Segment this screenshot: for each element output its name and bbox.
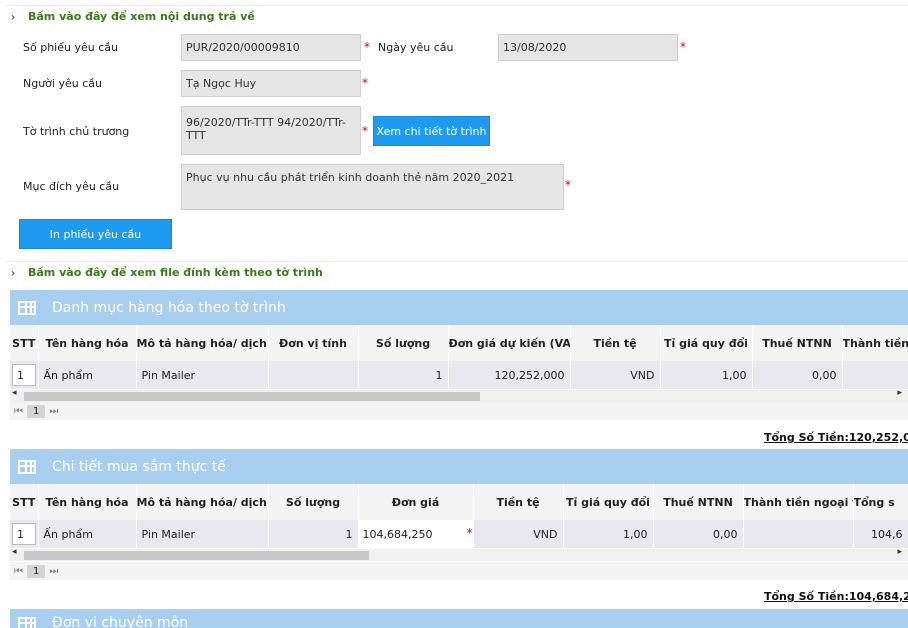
column-header[interactable]: Thành tiền xyxy=(842,325,908,361)
print-request-button[interactable]: In phiếu yêu cầu xyxy=(19,219,172,249)
last-page-icon[interactable]: ⏭ xyxy=(49,406,58,417)
table-cell: 0,00 xyxy=(653,520,744,548)
table-cell: 1 xyxy=(268,520,359,548)
toggle-attachments-label: Bấm vào đây để xem file đính kèm theo tờ… xyxy=(28,266,323,279)
unit-price-input[interactable]: 104,684,250 xyxy=(361,528,471,541)
column-header[interactable]: Đơn giá dự kiến (VAT) xyxy=(448,325,571,361)
table-cell: Pin Mailer xyxy=(136,520,269,548)
goods-list-panel-title: Danh mục hàng hóa theo tờ trình xyxy=(52,299,286,316)
table-cell: VND xyxy=(570,361,661,389)
pager: ⏮ 1 ⏭ xyxy=(10,402,908,420)
column-header[interactable]: Tỉ giá quy đổi xyxy=(660,325,753,361)
request-date-field[interactable]: 13/08/2020 xyxy=(498,34,678,61)
table-cell xyxy=(842,361,908,389)
horizontal-scrollbar[interactable]: ◂ ▸ xyxy=(10,547,908,561)
column-header[interactable]: Số lượng xyxy=(358,325,449,361)
column-header[interactable]: Số lượng xyxy=(268,484,359,520)
column-header[interactable]: Mô tả hàng hóa/ dịch vụ xyxy=(136,325,269,361)
table-row[interactable]: 1 Ấn phẩm Pin Mailer 1 120,252,000 VND 1… xyxy=(10,361,908,389)
total-amount-1: Tổng Số Tiền:120,252,000 xyxy=(764,431,908,444)
scroll-right-icon[interactable]: ▸ xyxy=(897,547,902,557)
proposal-label: Tờ trình chủ trương xyxy=(23,125,130,138)
requester-field[interactable]: Tạ Ngọc Huy xyxy=(181,70,361,97)
column-header[interactable]: STT xyxy=(10,325,39,361)
scrollbar-thumb[interactable] xyxy=(24,392,480,401)
toggle-return-content-label: Bấm vào đây để xem nội dung trả về xyxy=(28,10,255,23)
horizontal-scrollbar[interactable]: ◂ ▸ xyxy=(10,388,908,402)
column-header[interactable]: Tỉ giá quy đổi xyxy=(563,484,654,520)
specialist-unit-panel-title: Đơn vị chuyên môn xyxy=(52,615,189,628)
column-header[interactable]: Tên hàng hóa xyxy=(38,484,137,520)
table-cell: 1,00 xyxy=(660,361,753,389)
goods-list-panel-header: Danh mục hàng hóa theo tờ trình xyxy=(10,290,908,325)
table-icon xyxy=(18,300,36,315)
request-number-field[interactable]: PUR/2020/00009810 xyxy=(181,34,361,61)
view-proposal-button[interactable]: Xem chi tiết tờ trình xyxy=(373,116,490,146)
table-cell: 104,6 xyxy=(853,520,908,548)
scroll-right-icon[interactable]: ▸ xyxy=(897,388,902,398)
purpose-field[interactable]: Phục vụ nhu cầu phát triển kinh doanh th… xyxy=(181,164,564,210)
required-mark: * xyxy=(565,178,571,192)
page-number[interactable]: 1 xyxy=(27,564,46,578)
purchase-detail-panel-header: Chi tiết mua sắm thực tế xyxy=(10,449,908,484)
table-icon xyxy=(18,459,36,474)
column-header[interactable]: Thuế NTNN xyxy=(653,484,744,520)
table-cell xyxy=(268,361,359,389)
scrollbar-thumb[interactable] xyxy=(24,551,369,560)
column-header[interactable]: STT xyxy=(10,484,39,520)
required-mark: * xyxy=(466,526,473,540)
purchase-detail-panel-title: Chi tiết mua sắm thực tế xyxy=(52,458,226,475)
column-header[interactable]: Thành tiền ngoại tệ xyxy=(743,484,854,520)
column-header[interactable]: Đơn giá xyxy=(358,484,474,520)
column-header[interactable]: Tiền tệ xyxy=(570,325,661,361)
toggle-attachments[interactable]: › Bấm vào đây để xem file đính kèm theo … xyxy=(6,261,908,283)
table-cell: 120,252,000 xyxy=(448,361,571,389)
last-page-icon[interactable]: ⏭ xyxy=(49,566,58,577)
table-header-row: STT Tên hàng hóa Mô tả hàng hóa/ dịch vụ… xyxy=(10,325,908,361)
table-cell: 0,00 xyxy=(752,361,843,389)
column-header[interactable]: Đơn vị tính xyxy=(268,325,359,361)
table-cell: Pin Mailer xyxy=(136,361,269,389)
table-cell-stt[interactable]: 1 xyxy=(10,520,39,548)
table-cell: Ấn phẩm xyxy=(38,520,137,548)
purchase-detail-table: STT Tên hàng hóa Mô tả hàng hóa/ dịch vụ… xyxy=(10,484,908,548)
requester-label: Người yêu cầu xyxy=(23,77,102,90)
required-mark: * xyxy=(362,76,368,90)
chevron-right-icon: › xyxy=(10,265,16,280)
required-mark: * xyxy=(362,124,368,138)
table-cell: 1,00 xyxy=(563,520,654,548)
column-header[interactable]: Tên hàng hóa xyxy=(38,325,137,361)
table-row[interactable]: 1 Ấn phẩm Pin Mailer 1 104,684,250 * VND… xyxy=(10,520,908,548)
table-cell xyxy=(743,520,854,548)
page-number[interactable]: 1 xyxy=(27,404,46,418)
table-header-row: STT Tên hàng hóa Mô tả hàng hóa/ dịch vụ… xyxy=(10,484,908,520)
required-mark: * xyxy=(680,40,686,54)
unit-price-cell[interactable]: 104,684,250 * xyxy=(358,520,474,548)
table-cell: 1 xyxy=(358,361,449,389)
chevron-right-icon: › xyxy=(10,9,16,24)
table-cell-stt[interactable]: 1 xyxy=(10,361,39,389)
column-header[interactable]: Tổng s xyxy=(853,484,908,520)
column-header[interactable]: Thuế NTNN xyxy=(752,325,843,361)
first-page-icon[interactable]: ⏮ xyxy=(14,406,23,417)
pager: ⏮ 1 ⏭ xyxy=(10,562,908,580)
column-header[interactable]: Tiền tệ xyxy=(473,484,564,520)
proposal-field[interactable]: 96/2020/TTr-TTT 94/2020/TTr-TTT xyxy=(181,106,361,155)
goods-list-table: STT Tên hàng hóa Mô tả hàng hóa/ dịch vụ… xyxy=(10,325,908,389)
scroll-left-icon[interactable]: ◂ xyxy=(12,547,17,557)
request-date-label: Ngày yêu cầu xyxy=(378,41,454,54)
toggle-return-content[interactable]: › Bấm vào đây để xem nội dung trả về xyxy=(6,5,908,27)
table-cell: VND xyxy=(473,520,564,548)
specialist-unit-panel-header: Đơn vị chuyên môn xyxy=(10,609,908,628)
scroll-left-icon[interactable]: ◂ xyxy=(12,388,17,398)
table-icon xyxy=(18,617,36,628)
first-page-icon[interactable]: ⏮ xyxy=(14,566,23,577)
request-number-label: Số phiếu yêu cầu xyxy=(23,41,118,54)
total-amount-2: Tổng Số Tiền:104,684,250 xyxy=(764,590,908,603)
required-mark: * xyxy=(364,40,370,54)
table-cell: Ấn phẩm xyxy=(38,361,137,389)
purpose-label: Mục đích yêu cầu xyxy=(23,180,120,193)
column-header[interactable]: Mô tả hàng hóa/ dịch vụ xyxy=(136,484,269,520)
